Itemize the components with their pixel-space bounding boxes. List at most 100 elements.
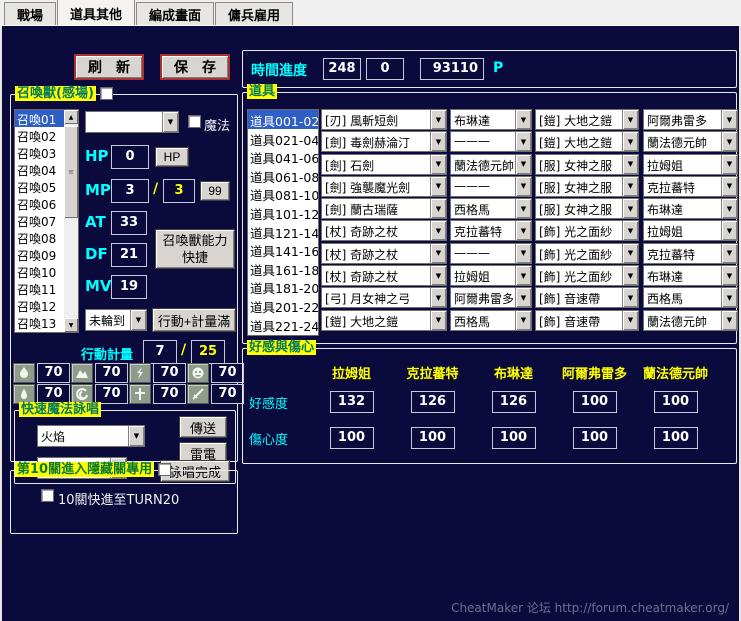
owner-dropdown-b[interactable]: 拉姆姐 ▼ [643,154,738,175]
hp-max-button[interactable]: HP [155,147,189,167]
chevron-down-icon[interactable]: ▼ [721,110,737,129]
wind-resist-value[interactable]: 70 [95,384,128,404]
item-page-row[interactable]: 道具221-240 [248,315,318,334]
item-dropdown-a[interactable]: [杖] 奇跡之杖 ▼ [321,243,447,264]
chevron-down-icon[interactable]: ▼ [130,310,146,330]
item-page-row[interactable]: 道具141-160 [248,240,318,259]
item-dropdown-b[interactable]: [飾] 光之面紗 ▼ [535,265,639,286]
time-turn-input[interactable]: 248 [323,58,361,80]
chevron-down-icon[interactable]: ▼ [515,221,531,240]
item-dropdown-b[interactable]: [飾] 光之面紗 ▼ [535,220,639,241]
save-button[interactable]: 保 存 [160,54,230,80]
chevron-down-icon[interactable]: ▼ [430,155,446,174]
chevron-down-icon[interactable]: ▼ [162,112,178,132]
owner-dropdown-b[interactable]: 蘭法德元帥 ▼ [643,310,738,331]
item-dropdown-a[interactable]: [弓] 月女神之弓 ▼ [321,287,447,308]
summon-list-item[interactable]: 召喚10 [15,263,64,280]
summon-list-item[interactable]: 召喚01 [15,110,64,127]
summon-list-item[interactable]: 召喚05 [15,178,64,195]
chevron-down-icon[interactable]: ▼ [622,288,638,307]
item-dropdown-b[interactable]: [鎧] 大地之鎧 ▼ [535,109,639,130]
item-dropdown-a[interactable]: [劍] 蘭古瑞薩 ▼ [321,198,447,219]
item-dropdown-a[interactable]: [劍] 毒劍赫淪汀 ▼ [321,131,447,152]
owner-dropdown-a[interactable]: 布琳達 ▼ [450,109,532,130]
item-dropdown-a[interactable]: [杖] 奇跡之杖 ▼ [321,220,447,241]
spell-dropdown[interactable]: 火焰 ▼ [37,425,145,447]
hp-input[interactable]: 0 [111,145,149,169]
owner-dropdown-a[interactable]: ——— ▼ [450,131,532,152]
chevron-down-icon[interactable]: ▼ [721,199,737,218]
item-dropdown-b[interactable]: [飾] 光之面紗 ▼ [535,243,639,264]
chevron-down-icon[interactable]: ▼ [622,266,638,285]
chevron-down-icon[interactable]: ▼ [430,244,446,263]
summon-list-item[interactable]: 召喚09 [15,246,64,263]
chevron-down-icon[interactable]: ▼ [515,288,531,307]
owner-dropdown-b[interactable]: 阿爾弗雷多 ▼ [643,109,738,130]
owner-dropdown-b[interactable]: 布琳達 ▼ [643,198,738,219]
chevron-down-icon[interactable]: ▼ [721,221,737,240]
chevron-down-icon[interactable]: ▼ [430,177,446,196]
sad-value-input[interactable]: 100 [573,427,617,449]
scroll-up-icon[interactable]: ▲ [64,110,78,124]
chevron-down-icon[interactable]: ▼ [622,199,638,218]
chevron-down-icon[interactable]: ▼ [515,266,531,285]
send-button[interactable]: 傳送 [179,416,227,438]
chevron-down-icon[interactable]: ▼ [622,221,638,240]
magic-checkbox[interactable] [188,115,201,128]
blade-icon[interactable] [187,384,209,404]
chevron-down-icon[interactable]: ▼ [515,132,531,151]
item-page-row[interactable]: 道具121-140 [248,222,318,241]
owner-dropdown-a[interactable]: ——— ▼ [450,243,532,264]
spirit-resist-value[interactable]: 70 [211,363,244,383]
chevron-down-icon[interactable]: ▼ [721,132,737,151]
chevron-down-icon[interactable]: ▼ [721,288,737,307]
item-dropdown-b[interactable]: [鎧] 大地之鎧 ▼ [535,131,639,152]
chevron-down-icon[interactable]: ▼ [430,221,446,240]
chevron-down-icon[interactable]: ▼ [128,426,144,446]
item-pages-list[interactable]: 道具001-020道具021-040道具041-060道具061-080道具08… [247,109,319,336]
owner-dropdown-a[interactable]: 阿爾弗雷多 ▼ [450,287,532,308]
item-dropdown-a[interactable]: [刃] 風斬短劍 ▼ [321,109,447,130]
stage10-panel-checkbox[interactable] [158,463,171,476]
sad-value-input[interactable]: 100 [411,427,455,449]
owner-dropdown-b[interactable]: 克拉蕃特 ▼ [643,176,738,197]
summon-list-item[interactable]: 召喚03 [15,144,64,161]
tab[interactable]: 道具其他 [57,0,135,25]
water-icon[interactable] [13,384,35,404]
mp-max-input[interactable]: 3 [163,179,195,203]
item-dropdown-a[interactable]: [劍] 石劍 ▼ [321,154,447,175]
chevron-down-icon[interactable]: ▼ [622,177,638,196]
action-gauge-max-input[interactable]: 25 [191,340,225,364]
chevron-down-icon[interactable]: ▼ [515,155,531,174]
item-dropdown-b[interactable]: [服] 女神之服 ▼ [535,154,639,175]
summon-ability-shortcut-button[interactable]: 召喚獸能力 快捷 [155,229,235,269]
summon-list-item[interactable]: 召喚11 [15,280,64,297]
item-dropdown-b[interactable]: [飾] 音速帶 ▼ [535,310,639,331]
chevron-down-icon[interactable]: ▼ [622,311,638,330]
action-gauge-full-button[interactable]: 行動+計量滿 [152,308,236,332]
item-page-row[interactable]: 道具061-080 [248,166,318,185]
item-dropdown-b[interactable]: [服] 女神之服 ▼ [535,176,639,197]
summon-list-item[interactable]: 召喚02 [15,127,64,144]
mp-input[interactable]: 3 [111,179,149,203]
chevron-down-icon[interactable]: ▼ [430,266,446,285]
chevron-down-icon[interactable]: ▼ [721,155,737,174]
chevron-down-icon[interactable]: ▼ [430,311,446,330]
sad-value-input[interactable]: 100 [654,427,698,449]
chevron-down-icon[interactable]: ▼ [430,288,446,307]
turn20-skip-checkbox[interactable] [41,489,54,502]
points-input[interactable]: 93110 [420,58,484,80]
refresh-button[interactable]: 刷 新 [74,54,144,80]
water-resist-value[interactable]: 70 [37,384,70,404]
sad-value-input[interactable]: 100 [330,427,374,449]
summon-list-item[interactable]: 召喚06 [15,195,64,212]
chevron-down-icon[interactable]: ▼ [430,110,446,129]
item-dropdown-a[interactable]: [鎧] 大地之鎧 ▼ [321,310,447,331]
chevron-down-icon[interactable]: ▼ [515,177,531,196]
chevron-down-icon[interactable]: ▼ [622,132,638,151]
tab[interactable]: 編成畫面 [136,2,214,25]
summon-list-scrollbar[interactable]: ▲ ≡ ▼ [64,110,78,332]
chevron-down-icon[interactable]: ▼ [515,199,531,218]
chevron-down-icon[interactable]: ▼ [622,110,638,129]
wind-icon[interactable] [71,384,93,404]
